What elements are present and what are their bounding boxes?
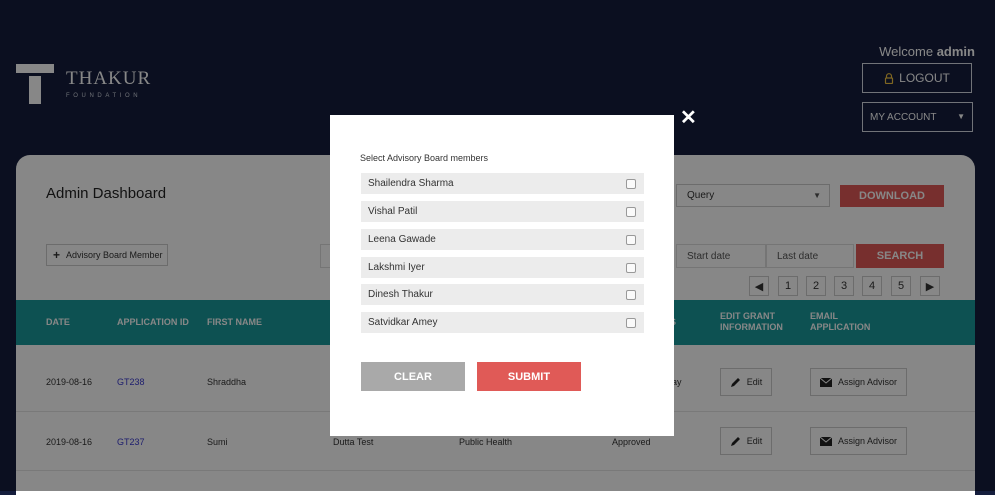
member-option[interactable]: Shailendra Sharma (361, 173, 644, 194)
member-name: Satvidkar Amey (368, 317, 438, 328)
member-option[interactable]: Vishal Patil (361, 201, 644, 222)
submit-button[interactable]: SUBMIT (477, 362, 581, 391)
member-option[interactable]: Satvidkar Amey (361, 312, 644, 333)
member-option[interactable]: Dinesh Thakur (361, 284, 644, 305)
member-checkbox[interactable] (626, 263, 636, 273)
member-name: Leena Gawade (368, 234, 436, 245)
member-option[interactable]: Leena Gawade (361, 229, 644, 250)
member-checkbox[interactable] (626, 207, 636, 217)
member-checkbox[interactable] (626, 290, 636, 300)
member-checkbox[interactable] (626, 318, 636, 328)
member-checkbox[interactable] (626, 235, 636, 245)
member-name: Lakshmi Iyer (368, 262, 425, 273)
member-checkbox[interactable] (626, 179, 636, 189)
modal-title: Select Advisory Board members (360, 153, 489, 163)
clear-button[interactable]: CLEAR (361, 362, 465, 391)
member-name: Vishal Patil (368, 206, 418, 217)
member-name: Shailendra Sharma (368, 178, 454, 189)
member-option[interactable]: Lakshmi Iyer (361, 257, 644, 278)
member-name: Dinesh Thakur (368, 289, 433, 300)
advisory-board-modal: Select Advisory Board members Shailendra… (330, 115, 674, 436)
close-icon[interactable]: ✕ (680, 108, 697, 128)
